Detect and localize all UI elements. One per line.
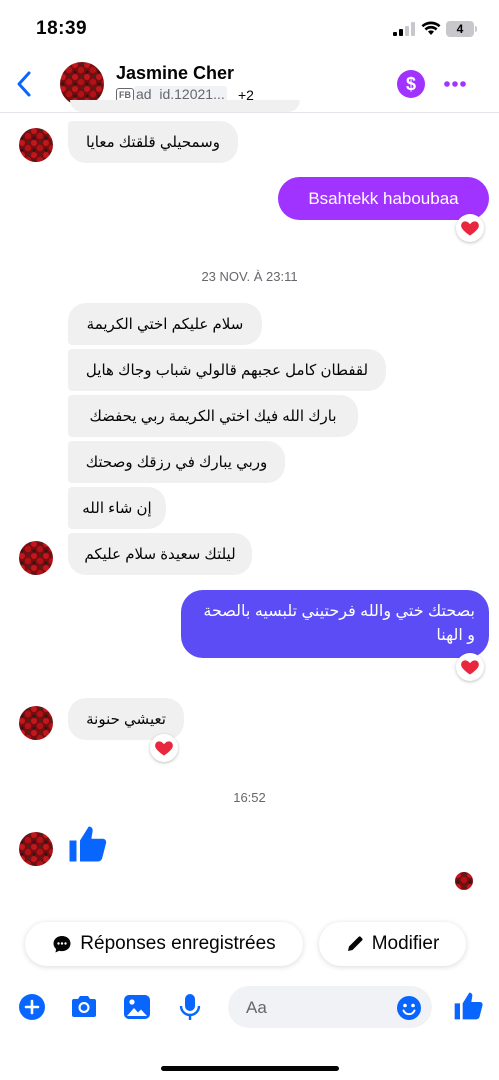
timestamp: 23 NOV. À 23:11 xyxy=(201,269,298,284)
emoji-icon[interactable] xyxy=(396,995,422,1021)
heart-icon[interactable] xyxy=(150,734,178,762)
edit-label: Modifier xyxy=(371,933,440,954)
add-circle-icon[interactable] xyxy=(17,992,47,1022)
message-line: و الهنا xyxy=(436,627,475,644)
message-incoming[interactable]: ليلتك سعيدة سلام عليكم xyxy=(68,533,252,575)
message-outgoing[interactable]: بصحتك ختي والله فرحتيني تلبسيه بالصحة و … xyxy=(181,590,489,658)
battery-nub xyxy=(475,26,477,32)
message-incoming[interactable]: لقفطان كامل عجبهم قالولي شباب وجاك هايل xyxy=(68,349,386,391)
saved-replies-label: Réponses enregistrées xyxy=(80,933,276,954)
battery-level: 4 xyxy=(456,22,464,36)
heart-icon[interactable] xyxy=(456,653,484,681)
dollar-icon[interactable]: $ xyxy=(397,70,425,98)
signal-icon xyxy=(393,22,415,36)
status-time: 18:39 xyxy=(36,18,88,39)
thumbs-up-send-icon[interactable] xyxy=(452,990,484,1022)
header-divider xyxy=(0,112,499,113)
microphone-icon[interactable] xyxy=(175,992,205,1022)
contact-avatar-small[interactable] xyxy=(19,832,53,866)
contact-name[interactable]: Jasmine Cher xyxy=(116,63,234,84)
thumbs-up-icon[interactable] xyxy=(66,822,108,866)
message-incoming[interactable]: وربي يبارك في رزقك وصحتك xyxy=(68,441,285,483)
previous-message-fragment xyxy=(70,100,300,112)
message-input-placeholder: Aa xyxy=(246,998,267,1017)
heart-icon[interactable] xyxy=(456,214,484,242)
message-line: بصحتك ختي والله فرحتيني تلبسيه بالصحة xyxy=(203,603,475,620)
contact-avatar-small[interactable] xyxy=(19,128,53,162)
pencil-icon xyxy=(347,936,363,951)
message-incoming[interactable]: وسمحيلي قلقتك معايا xyxy=(68,121,238,163)
contact-avatar-small[interactable] xyxy=(19,541,53,575)
contact-avatar-small[interactable] xyxy=(19,706,53,740)
message-incoming[interactable]: إن شاء الله xyxy=(68,487,166,529)
chat-bubble-icon xyxy=(53,936,71,953)
timestamp: 16:52 xyxy=(233,790,266,805)
message-outgoing[interactable]: Bsahtekk haboubaa xyxy=(278,177,489,220)
wifi-icon xyxy=(421,21,441,35)
back-arrow-icon[interactable] xyxy=(14,70,34,98)
more-dots-icon[interactable] xyxy=(443,80,467,88)
battery-icon: 4 xyxy=(446,21,474,37)
saved-replies-button[interactable]: Réponses enregistrées xyxy=(25,922,303,966)
message-incoming[interactable]: سلام عليكم اختي الكريمة xyxy=(68,303,262,345)
gallery-icon[interactable] xyxy=(122,992,152,1022)
camera-icon[interactable] xyxy=(69,992,99,1022)
home-indicator xyxy=(161,1066,339,1071)
seen-indicator-avatar xyxy=(455,872,473,890)
message-incoming[interactable]: بارك الله فيك اختي الكريمة ربي يحفضك xyxy=(68,395,358,437)
edit-button[interactable]: Modifier xyxy=(319,922,466,966)
